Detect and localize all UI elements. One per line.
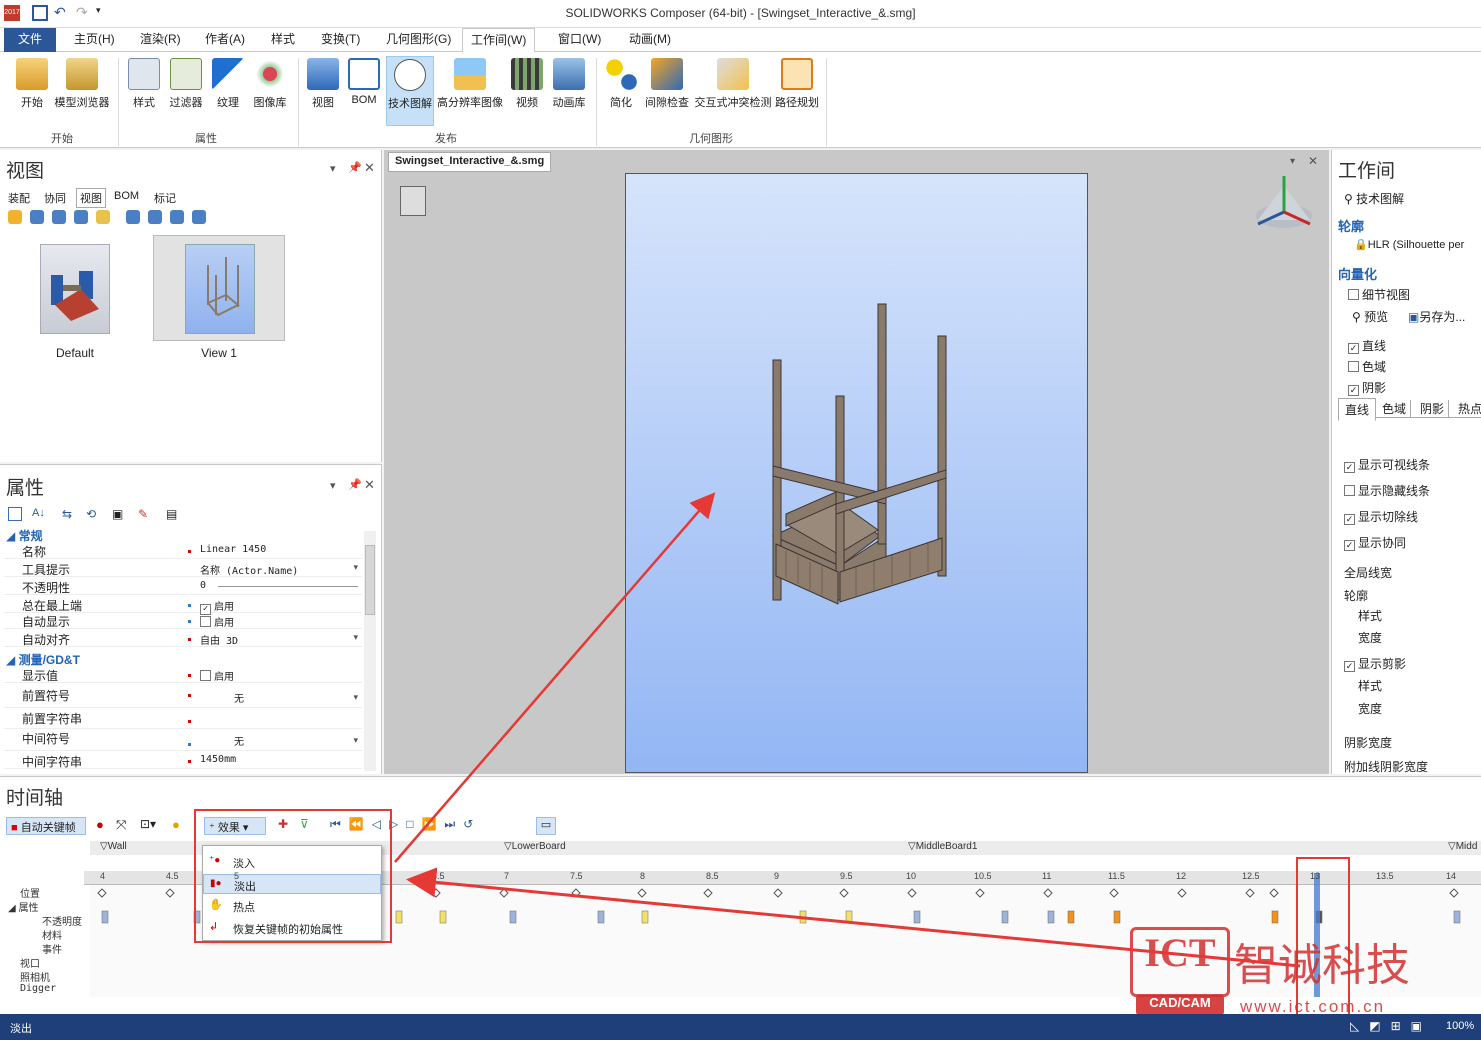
status-text: 淡出 xyxy=(10,1023,32,1035)
annotation-arrows xyxy=(394,492,1301,968)
status-icons[interactable]: ◺◩⊞▣ xyxy=(1350,1019,1432,1033)
zoom-level[interactable]: 100% xyxy=(1446,1020,1474,1032)
status-bar: 淡出 ◺◩⊞▣ 100% xyxy=(0,1014,1481,1040)
